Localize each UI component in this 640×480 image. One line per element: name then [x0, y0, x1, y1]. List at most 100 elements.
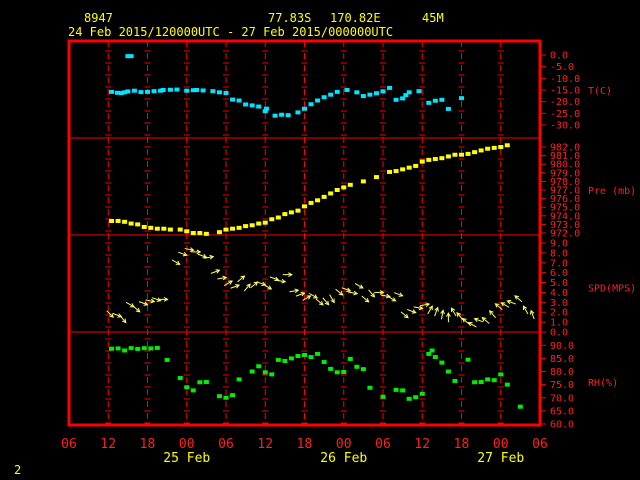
data-point — [236, 98, 242, 103]
data-point — [125, 89, 131, 94]
data-point — [295, 208, 301, 213]
y-tick-label: -20.0 — [550, 97, 580, 108]
data-point — [295, 354, 301, 359]
data-point — [504, 382, 510, 387]
data-point — [387, 85, 393, 90]
data-point — [308, 102, 314, 107]
data-point — [321, 194, 327, 199]
data-point — [334, 188, 340, 192]
y-tick-label: 70.0 — [550, 393, 574, 404]
data-point — [413, 395, 419, 400]
data-point — [328, 366, 334, 371]
panel-name: SPD(MPS) — [588, 284, 636, 295]
data-point — [243, 224, 249, 229]
data-point — [262, 220, 268, 225]
data-point — [275, 357, 281, 362]
data-point — [243, 102, 249, 107]
data-point — [109, 346, 115, 351]
data-point — [115, 218, 121, 223]
data-point — [249, 223, 255, 228]
data-point — [256, 221, 262, 226]
latitude: 77.83S — [268, 11, 311, 25]
panel-name: RH(%) — [588, 378, 618, 389]
y-tick-label: 65.0 — [550, 406, 574, 417]
data-point — [360, 367, 366, 372]
x-tick-label: 12 — [257, 437, 273, 452]
x-tick-label: 00 — [336, 437, 352, 452]
data-point — [367, 92, 373, 97]
time-period: 24 Feb 2015/120000UTC - 27 Feb 2015/0000… — [68, 25, 393, 39]
data-point — [285, 113, 291, 118]
data-point — [478, 148, 484, 153]
data-point — [109, 218, 115, 223]
data-point — [236, 225, 242, 230]
data-point — [190, 231, 196, 235]
data-point — [177, 376, 183, 381]
data-point — [272, 113, 278, 118]
meteogram-chart: 8947 77.83S 170.82E 45M 24 Feb 2015/1200… — [14, 11, 636, 477]
data-point — [498, 145, 504, 149]
data-point — [321, 360, 327, 365]
data-point — [406, 90, 412, 95]
x-tick-label: 18 — [454, 437, 470, 452]
panel-name: Pre (mb) — [588, 186, 636, 197]
y-tick-label: 0.0 — [550, 328, 568, 339]
data-point — [223, 91, 229, 96]
y-tick-label: 90.0 — [550, 341, 574, 352]
data-point — [122, 348, 128, 353]
panel-1: 982.0981.0980.0979.0978.0977.0976.0975.0… — [109, 143, 636, 240]
data-point — [282, 212, 288, 217]
data-point — [197, 231, 203, 235]
panel-name: T(C) — [588, 86, 612, 97]
data-point — [439, 156, 445, 161]
data-point — [145, 89, 150, 94]
data-point — [230, 226, 236, 231]
data-point — [184, 385, 190, 390]
y-tick-label: -5.0 — [550, 62, 574, 73]
data-point — [426, 157, 432, 162]
y-tick-label: 85.0 — [550, 354, 574, 365]
data-point — [141, 346, 147, 351]
data-point — [416, 89, 422, 94]
data-point — [445, 154, 451, 159]
data-point — [216, 394, 222, 399]
date-label: 26 Feb — [320, 451, 367, 466]
data-point — [308, 200, 314, 205]
y-tick-label: -15.0 — [550, 86, 580, 97]
data-point — [413, 163, 419, 168]
data-point — [269, 217, 275, 222]
data-point — [154, 345, 160, 350]
x-tick-label: 18 — [297, 437, 313, 452]
data-point — [184, 229, 190, 234]
data-point — [216, 90, 222, 95]
data-point — [354, 364, 360, 369]
data-point — [148, 346, 154, 351]
y-tick-label: 80.0 — [550, 367, 574, 378]
data-point — [406, 396, 412, 401]
data-point — [452, 152, 458, 157]
data-point — [426, 351, 432, 356]
data-point — [151, 89, 157, 94]
data-point — [341, 185, 347, 190]
x-tick-label: 00 — [179, 437, 195, 452]
data-point — [419, 391, 425, 396]
x-tick-label: 06 — [61, 437, 77, 452]
data-point — [288, 356, 294, 361]
panel-2: 9.08.07.06.05.04.03.02.01.00.0SPD(MPS) — [106, 239, 636, 339]
data-point — [203, 231, 209, 236]
data-point — [491, 145, 497, 150]
data-point — [230, 393, 236, 398]
data-point — [128, 221, 134, 226]
elevation: 45M — [422, 11, 444, 25]
date-label: 27 Feb — [477, 451, 524, 466]
data-point — [485, 146, 491, 151]
data-point — [249, 103, 255, 108]
data-point — [315, 351, 321, 356]
data-point — [347, 356, 353, 361]
data-point — [341, 370, 347, 375]
data-point — [432, 157, 438, 162]
y-tick-label: -30.0 — [550, 121, 580, 132]
date-label: 25 Feb — [163, 451, 210, 466]
data-point — [131, 88, 137, 93]
x-tick-label: 18 — [140, 437, 156, 452]
